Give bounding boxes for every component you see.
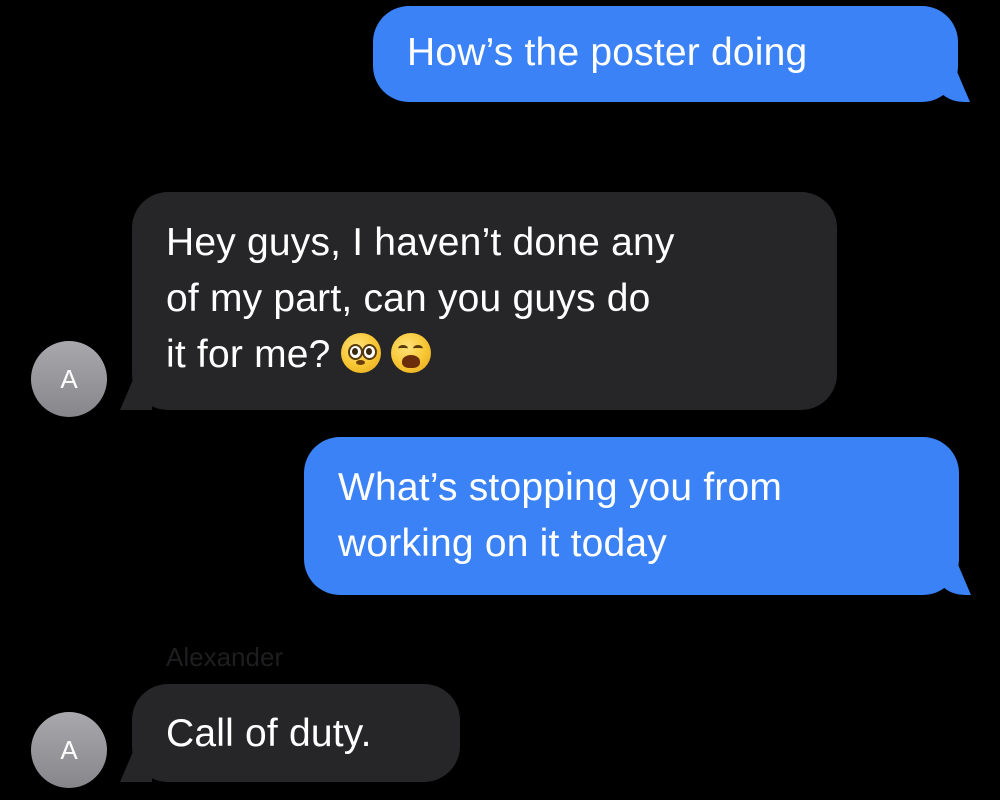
outgoing-message-bubble[interactable]: How’s the poster doing bbox=[373, 6, 958, 102]
message-text: What’s stopping you from bbox=[338, 466, 783, 509]
message-thread: How’s the poster doing Hey guys, I haven… bbox=[0, 0, 1000, 800]
pleading-face-icon bbox=[340, 333, 381, 373]
message-text: working on it today bbox=[338, 522, 667, 565]
message-text: of my part, can you guys do bbox=[166, 277, 651, 320]
message-text-with-emoji: it for me? bbox=[166, 327, 807, 383]
weary-face-icon bbox=[390, 333, 431, 373]
outgoing-message-bubble[interactable]: What’s stopping you from working on it t… bbox=[304, 437, 959, 595]
message-text: Hey guys, I haven’t done any bbox=[166, 221, 675, 264]
message-text: Call of duty. bbox=[166, 712, 372, 755]
incoming-message-bubble[interactable]: Hey guys, I haven’t done any of my part,… bbox=[132, 192, 837, 410]
message-text: How’s the poster doing bbox=[407, 31, 808, 74]
avatar[interactable]: A bbox=[31, 341, 107, 417]
sender-name: Alexander bbox=[166, 642, 284, 672]
message-text: it for me? bbox=[166, 333, 331, 376]
incoming-message-bubble[interactable]: Call of duty. bbox=[132, 684, 460, 782]
avatar[interactable]: A bbox=[31, 712, 107, 788]
